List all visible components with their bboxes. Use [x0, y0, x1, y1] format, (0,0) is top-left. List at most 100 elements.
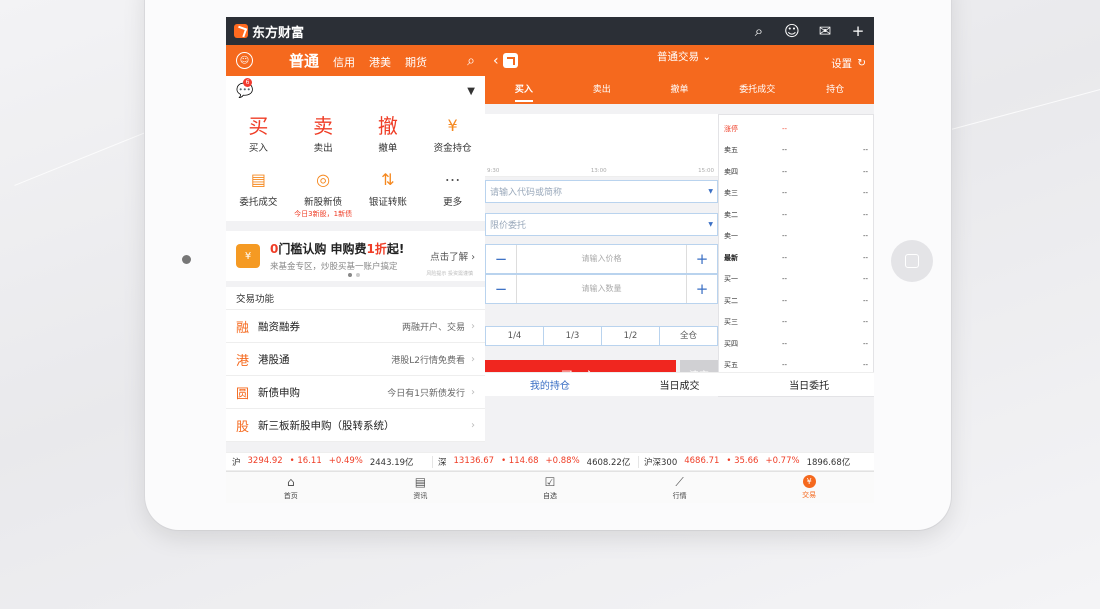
tab-buy[interactable]: 买入: [485, 76, 563, 104]
back-icon[interactable]: ‹: [493, 53, 499, 69]
dropdown-triangle-icon: ▼: [708, 188, 713, 195]
news-icon: ▤: [414, 474, 427, 489]
bottom-nav: ⌂ 首页 ▤ 资讯 ☑ 自选 ⟋ 行情 ¥ 交易: [226, 471, 874, 503]
tab-my-positions[interactable]: 我的持仓: [485, 377, 615, 392]
price-minus-button[interactable]: −: [486, 245, 516, 273]
function-desc: 港股L2行情免费看: [391, 355, 465, 366]
tab-today-orders[interactable]: 当日委托: [744, 377, 874, 392]
grid-item-buy[interactable]: 买 买入: [226, 114, 291, 164]
quantity-plus-button[interactable]: +: [687, 275, 717, 303]
nav-market[interactable]: ⟋ 行情: [615, 472, 745, 503]
tab-hk-us[interactable]: 港美: [369, 54, 391, 70]
chart-time-label: 13:00: [590, 168, 607, 174]
nav-trade[interactable]: ¥ 交易: [744, 472, 874, 503]
nav-news[interactable]: ▤ 资讯: [356, 472, 486, 503]
tab-positions[interactable]: 持仓: [796, 76, 874, 104]
chart-time-label: 15:00: [698, 168, 714, 174]
order-book-row: 卖三 -- --: [724, 189, 868, 198]
chevron-right-icon: ›: [471, 419, 475, 431]
grid-item-ipo[interactable]: ◎ 新股新债 今日3新股，1新债: [291, 168, 356, 218]
nav-home[interactable]: ⌂ 首页: [226, 472, 356, 503]
function-item-bond-ipo[interactable]: 圆 新债申购 今日有1只新债发行 ›: [226, 376, 485, 409]
home-button[interactable]: [891, 240, 933, 282]
price-stepper: − 请输入价格 +: [485, 244, 718, 274]
tab-orders[interactable]: 委托成交: [718, 76, 796, 104]
logo-icon: [234, 24, 248, 38]
user-icon[interactable]: ☺: [784, 22, 800, 40]
grid-label: 撤单: [378, 143, 398, 154]
message-badge: 6: [243, 78, 252, 87]
function-label: 融资融券: [258, 320, 300, 333]
order-book-row: 卖五 -- --: [724, 146, 868, 155]
plus-icon[interactable]: +: [850, 22, 866, 40]
order-type-select[interactable]: 限价委托 ▼: [485, 213, 718, 236]
function-item-margin[interactable]: 融 融资融券 两融开户、交易 ›: [226, 310, 485, 343]
nav-watchlist[interactable]: ☑ 自选: [485, 472, 615, 503]
grid-item-transfer[interactable]: ⇅ 银证转账: [356, 168, 421, 218]
tab-credit[interactable]: 信用: [333, 54, 355, 70]
banner-more-link[interactable]: 点击了解 ›: [430, 249, 475, 263]
home-icon: ⌂: [286, 474, 295, 489]
trade-title[interactable]: 普通交易 ⌄: [657, 49, 711, 64]
settings-button[interactable]: 设置 ↻: [831, 56, 866, 71]
ratio-third-button[interactable]: 1/3: [544, 327, 602, 345]
order-book-row: 卖二 -- --: [724, 210, 868, 219]
ticker-item-sz[interactable]: 深 13136.67 • 114.68 +0.88% 4608.22亿: [432, 455, 638, 468]
quantity-stepper: − 请输入数量 +: [485, 274, 718, 304]
left-panel: ☺ 普通 信用 港美 期货 ⌕ 💬 6 ▼ 买 买入 卖 卖出 撤 撤单 ¥ 资…: [226, 45, 485, 473]
mail-icon[interactable]: ✉: [817, 22, 833, 40]
refresh-icon[interactable]: ↻: [857, 57, 866, 69]
home-square-icon: [905, 254, 919, 268]
function-label: 新债申购: [258, 386, 300, 399]
neeq-icon: 股: [236, 419, 250, 435]
grid-label: 买入: [248, 143, 268, 154]
fund-bag-icon: ¥: [236, 244, 260, 268]
grid-item-sell[interactable]: 卖 卖出: [291, 114, 356, 164]
order-book-row: 买一 -- --: [724, 275, 868, 284]
grid-item-positions[interactable]: ¥ 资金持仓: [420, 114, 485, 164]
sell-glyph-icon: 卖: [313, 114, 334, 138]
ratio-all-button[interactable]: 全仓: [660, 327, 717, 345]
ticker-item-sh[interactable]: 沪 3294.92 • 16.11 +0.49% 2443.19亿: [226, 456, 432, 468]
ticker-item-hs300[interactable]: 沪深300 4686.71 • 35.66 +0.77% 1896.68亿: [638, 455, 874, 468]
holdings-tabs: 我的持仓 当日成交 当日委托: [485, 372, 874, 396]
function-item-neeq[interactable]: 股 新三板新股申购（股转系统） ›: [226, 409, 485, 442]
tab-normal[interactable]: 普通: [289, 50, 319, 71]
tab-cancel[interactable]: 撤单: [641, 76, 719, 104]
tab-today-deals[interactable]: 当日成交: [615, 377, 745, 392]
function-item-hk-connect[interactable]: 港 港股通 港股L2行情免费看 ›: [226, 343, 485, 376]
chevron-down-icon[interactable]: ▼: [467, 86, 475, 97]
price-input[interactable]: 请输入价格: [516, 245, 687, 273]
quantity-input[interactable]: 请输入数量: [516, 275, 687, 303]
ratio-quarter-button[interactable]: 1/4: [486, 327, 544, 345]
chart-time-label: 9:30: [487, 168, 500, 174]
buy-form: 9:30 13:00 15:00 请输入代码或简称 ▼ 限价委托 ▼ − 请输入…: [485, 114, 718, 393]
function-desc: 今日有1只新债发行: [387, 388, 465, 399]
quantity-minus-button[interactable]: −: [486, 275, 516, 303]
search-icon[interactable]: ⌕: [467, 53, 475, 69]
grid-item-more[interactable]: ⋯ 更多: [420, 168, 485, 218]
tab-futures[interactable]: 期货: [405, 54, 427, 70]
price-plus-button[interactable]: +: [687, 245, 717, 273]
ratio-half-button[interactable]: 1/2: [602, 327, 660, 345]
promo-banner[interactable]: ¥ 0门槛认购 申购费1折起! 来基金专区，炒股买基一账户搞定 点击了解 › 风…: [226, 231, 485, 281]
tab-sell[interactable]: 卖出: [563, 76, 641, 104]
grid-label: 委托成交: [239, 196, 278, 208]
chevron-right-icon: ›: [471, 386, 475, 398]
intraday-chart: 9:30 13:00 15:00: [485, 114, 718, 177]
transfer-icon: ⇅: [381, 169, 395, 189]
grid-label: 资金持仓: [433, 143, 472, 154]
cancel-glyph-icon: 撤: [377, 114, 398, 138]
order-book-row: 卖一 -- --: [724, 232, 868, 241]
message-bar[interactable]: 💬 6 ▼: [226, 76, 485, 106]
brand-logo: 东方财富: [234, 22, 304, 41]
grid-item-cancel[interactable]: 撤 撤单: [356, 114, 421, 164]
ipo-icon: ◎: [316, 169, 331, 189]
search-icon[interactable]: ⌕: [751, 22, 767, 40]
more-icon: ⋯: [444, 169, 461, 189]
money-bag-icon: ¥: [447, 116, 458, 135]
grid-item-orders[interactable]: ▤ 委托成交: [226, 168, 291, 218]
app-screen: 东方财富 ⌕ ☺ ✉ + ☺ 普通 信用 港美 期货 ⌕ 💬 6 ▼ 买 买入: [226, 17, 874, 503]
avatar-icon[interactable]: ☺: [236, 52, 253, 69]
stock-code-input[interactable]: 请输入代码或简称 ▼: [485, 180, 718, 203]
